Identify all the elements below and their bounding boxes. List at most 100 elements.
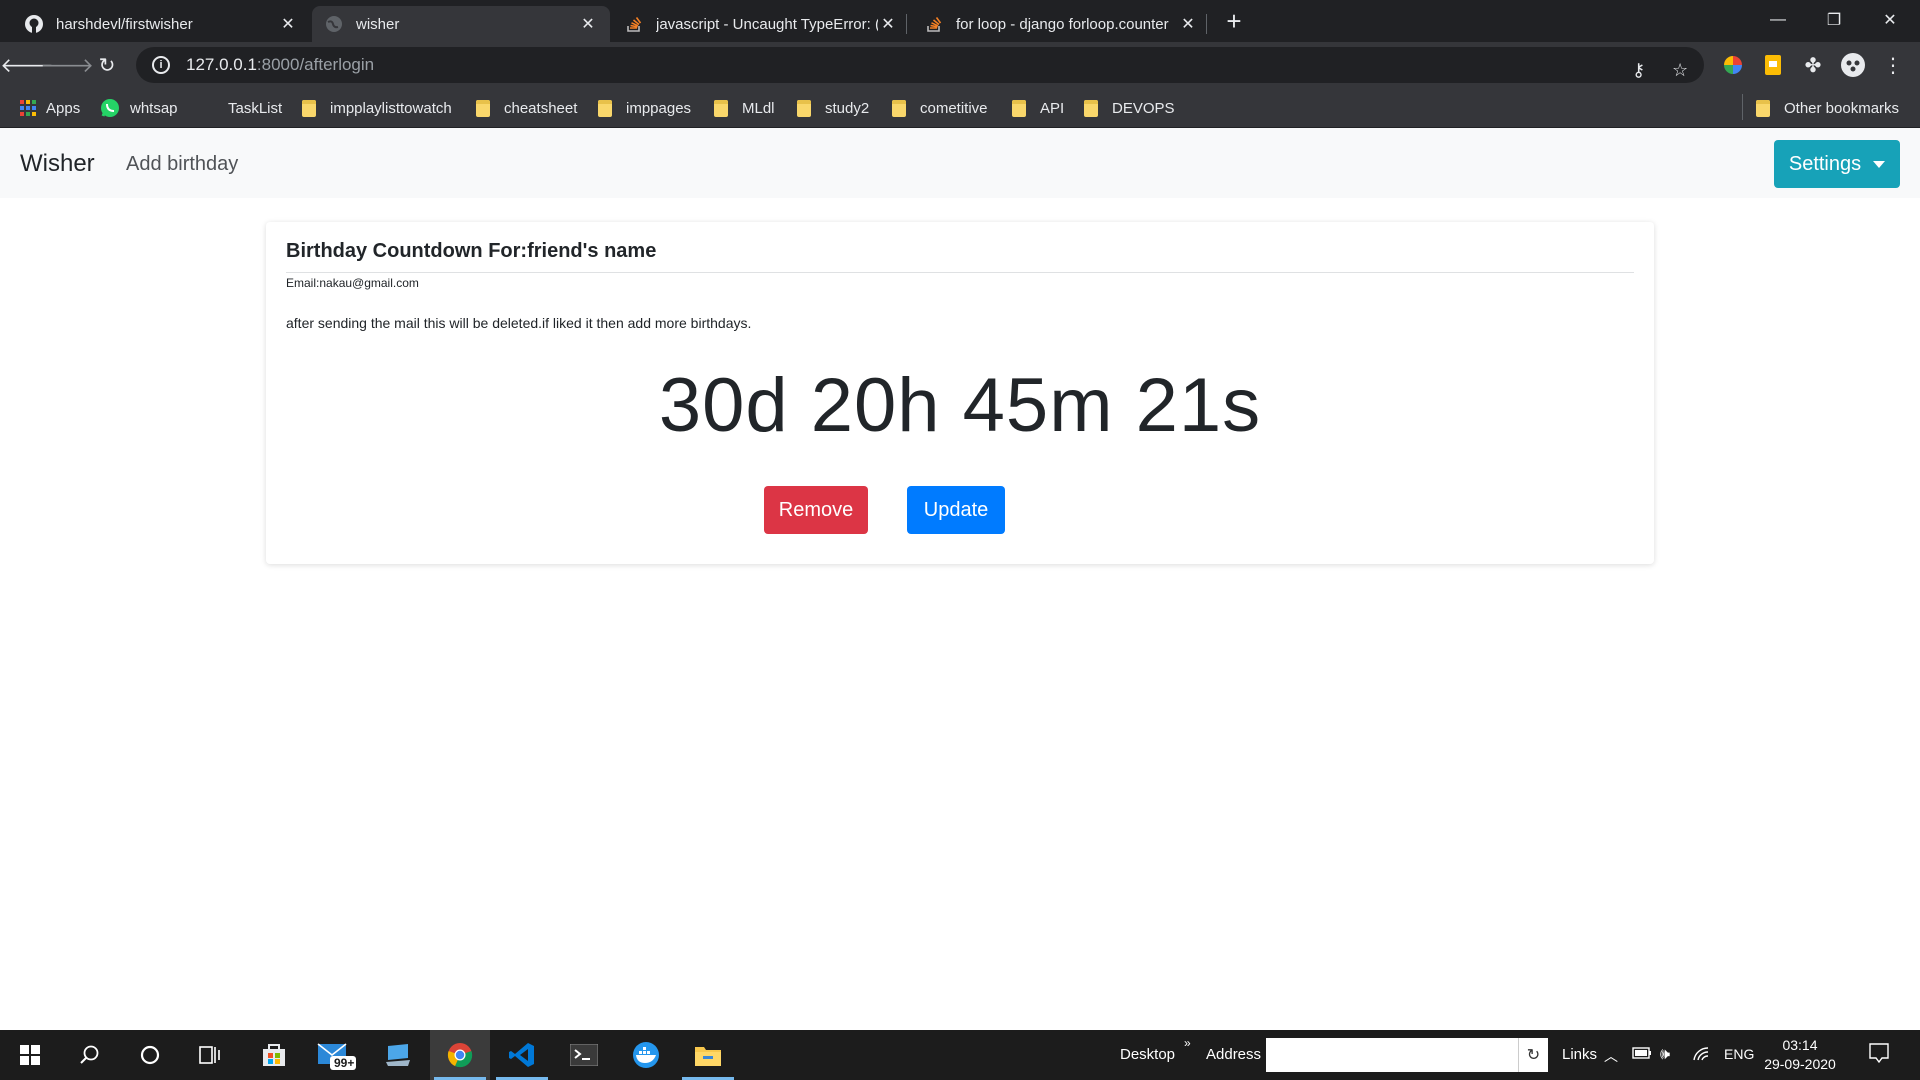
minimize-icon[interactable]: — [1750,0,1806,40]
chevron-up-icon[interactable]: ︿ [1604,1046,1618,1066]
bookmark-folder-devops[interactable]: DEVOPS [1084,98,1175,118]
vscode-icon[interactable] [492,1030,552,1080]
search-icon[interactable] [60,1030,120,1080]
links-toolbar-label[interactable]: Links [1562,1046,1597,1063]
forward-icon[interactable]: 🡒 [40,48,94,82]
profile-avatar[interactable] [1840,52,1866,78]
folder-icon [797,99,811,117]
restore-icon[interactable]: ❐ [1806,0,1862,40]
tab-title: javascript - Uncaught TypeError: ( [656,15,878,33]
mail-badge: 99+ [334,1056,355,1070]
tab-title: for loop - django forloop.counter [956,15,1169,33]
folder-icon [1756,99,1770,117]
key-icon[interactable]: ⚷ [1632,60,1645,81]
tab-stackoverflow-1[interactable]: javascript - Uncaught TypeError: ( ✕ [612,6,910,42]
bookmark-folder-cheatsheet[interactable]: cheatsheet [476,98,577,118]
url-path: :8000/afterlogin [256,55,375,74]
bookmark-whtsap[interactable]: whtsap [100,98,178,118]
tab-wisher[interactable]: wisher ✕ [312,6,610,42]
task-view-icon[interactable] [180,1030,240,1080]
apps-grid-icon [20,100,36,116]
battery-icon[interactable] [1632,1046,1652,1064]
clock-date: 29-09-2020 [1764,1056,1836,1072]
bookmark-folder-study2[interactable]: study2 [797,98,869,118]
back-icon[interactable]: 🡐 [0,48,54,82]
bookmark-label: DEVOPS [1112,99,1175,117]
add-birthday-link[interactable]: Add birthday [126,153,238,176]
card-divider [286,272,1634,273]
bookmark-apps[interactable]: Apps [20,98,80,118]
browser-toolbar: 🡐 🡒 ↻ i 127.0.0.1:8000/afterlogin ⚷ ☆ ✤ … [0,42,1920,88]
bookmark-label: imppages [626,99,692,117]
bookmark-label: API [1040,99,1065,117]
terminal-icon[interactable] [554,1030,614,1080]
brand-link[interactable]: Wisher [20,150,95,178]
color-extension-icon[interactable] [1720,52,1746,78]
close-tab-icon[interactable]: ✕ [878,14,898,34]
card-title: Birthday Countdown For:friend's name [286,240,657,262]
bookmark-label: MLdl [742,99,775,117]
update-button[interactable]: Update [907,486,1005,534]
folder-icon [476,99,490,117]
bookmarks-divider [1742,94,1743,120]
close-tab-icon[interactable]: ✕ [578,14,598,34]
bookmark-label: cheatsheet [504,99,578,117]
settings-dropdown-button[interactable]: Settings [1774,140,1900,188]
site-navbar: Wisher Add birthday Settings [0,128,1920,198]
tab-title: harshdevl/firstwisher [56,15,193,33]
bookmark-label: cometitive [920,99,988,117]
tab-separator [906,14,907,34]
cortana-icon[interactable] [120,1030,180,1080]
address-bar[interactable]: i 127.0.0.1:8000/afterlogin ⚷ ☆ [136,47,1704,83]
bookmarks-bar: Apps whtsap TaskList impplaylisttowatch … [0,88,1920,128]
tab-stackoverflow-2[interactable]: for loop - django forloop.counter ✕ [912,6,1210,42]
close-tab-icon[interactable]: ✕ [278,14,298,34]
tab-github[interactable]: harshdevl/firstwisher ✕ [12,6,310,42]
bookmark-folder-imppages[interactable]: imppages [598,98,691,118]
bookmark-folder-mldl[interactable]: MLdl [714,98,775,118]
folder-icon [1084,99,1098,117]
refresh-icon[interactable]: ↻ [1518,1038,1548,1072]
bookmark-star-icon[interactable]: ☆ [1672,60,1688,81]
countdown-timer: 30d 20h 45m 21s [658,363,1262,448]
keep-extension-icon[interactable] [1760,52,1786,78]
bookmark-folder-cometitive[interactable]: cometitive [892,98,988,118]
menu-kebab-icon[interactable]: ⋮ [1880,52,1906,78]
docker-icon[interactable] [616,1030,676,1080]
file-explorer-icon[interactable] [678,1030,738,1080]
taskbar-clock[interactable]: 03:14 29-09-2020 [1764,1036,1836,1074]
windows-start-icon[interactable] [0,1030,60,1080]
chrome-taskbar-icon[interactable] [430,1030,490,1080]
caret-down-icon [1873,160,1886,168]
close-tab-icon[interactable]: ✕ [1178,14,1198,34]
whatsapp-icon [100,98,120,118]
mail-icon[interactable]: 99+ [306,1030,366,1080]
bookmark-folder-impplaylisttowatch[interactable]: impplaylisttowatch [302,98,452,118]
new-tab-button[interactable]: + [1222,8,1246,34]
bookmark-other-bookmarks[interactable]: Other bookmarks [1756,98,1899,118]
url-host: 127.0.0.1 [186,55,257,74]
globe-icon [324,14,344,34]
folder-icon [302,99,316,117]
address-toolbar-label: Address [1206,1046,1262,1063]
this-pc-icon[interactable] [368,1030,428,1080]
bookmark-tasklist[interactable]: TaskList [228,98,282,118]
stackoverflow-icon [924,14,944,34]
reload-icon[interactable]: ↻ [90,48,124,82]
extensions-puzzle-icon[interactable]: ✤ [1800,52,1826,78]
volume-icon[interactable]: 🕪 [1660,1046,1670,1064]
bookmark-label: impplaylisttowatch [330,99,452,117]
remove-button[interactable]: Remove [764,486,868,534]
chevron-right-icon[interactable]: » [1184,1036,1191,1050]
taskbar-address-input[interactable]: ▾ [1266,1038,1548,1072]
language-indicator[interactable]: ENG [1724,1046,1754,1062]
close-window-icon[interactable]: ✕ [1862,0,1918,40]
notifications-icon[interactable] [1868,1042,1890,1068]
desktop-toolbar-label[interactable]: Desktop [1120,1046,1175,1063]
store-icon[interactable] [244,1030,304,1080]
tab-separator [1206,14,1207,34]
site-info-icon[interactable]: i [152,56,170,74]
bookmark-folder-api[interactable]: API [1012,98,1064,118]
wifi-icon[interactable] [1692,1046,1712,1066]
folder-icon [598,99,612,117]
